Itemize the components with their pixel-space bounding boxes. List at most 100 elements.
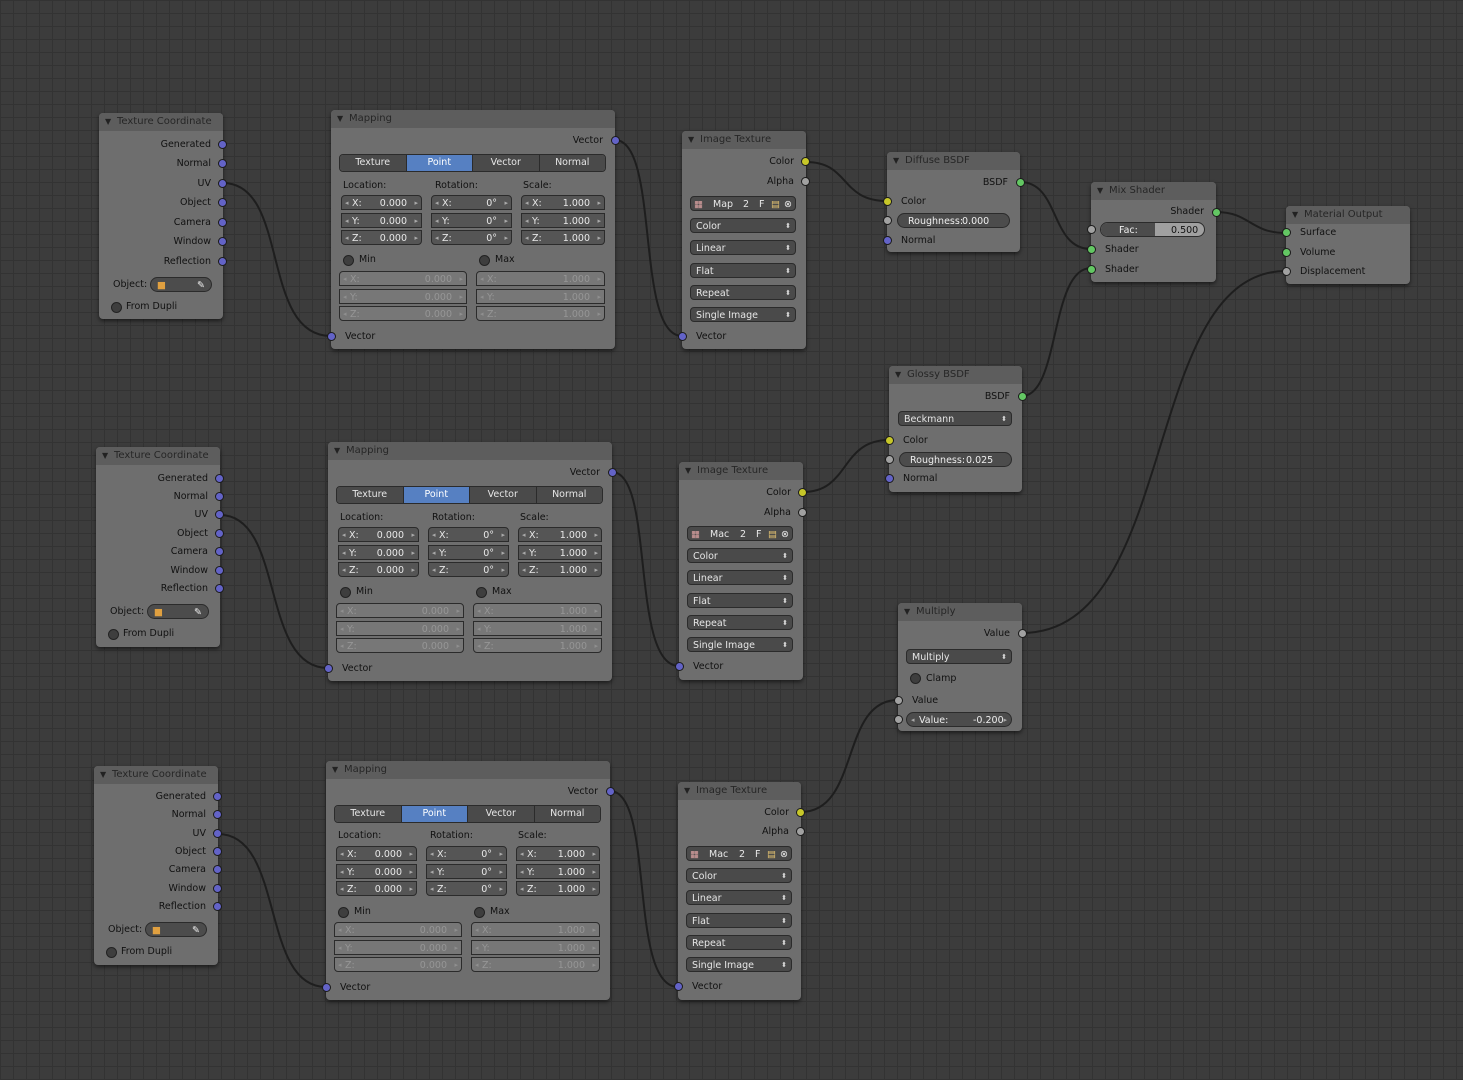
max-y-field[interactable]: ◂ Y: 1.000 ▸ — [476, 289, 605, 304]
socket-normal-in[interactable] — [885, 474, 894, 483]
fake-user-button[interactable]: F — [759, 197, 764, 212]
location-z-field[interactable]: ◂ Z: 0.000 ▸ — [338, 562, 419, 577]
socket-object[interactable] — [213, 847, 222, 856]
socket-generated[interactable] — [215, 474, 224, 483]
socket-vector-in[interactable] — [675, 662, 684, 671]
node-header[interactable]: ▼ Image Texture — [678, 782, 801, 800]
interpolation-dropdown[interactable]: Linear ⬍ — [690, 240, 796, 255]
rotation-x-field[interactable]: ◂ X: 0° ▸ — [431, 195, 512, 210]
image-texture-node-3[interactable]: ▼ Image Texture Color Alpha ▦ Mac 2 F ▤ ⊗… — [674, 782, 805, 1000]
max-y-field[interactable]: ◂ Y: 1.000 ▸ — [471, 940, 600, 955]
socket-bsdf-out[interactable] — [1016, 178, 1025, 187]
color-space-dropdown[interactable]: Color ⬍ — [690, 218, 796, 233]
socket-color-out[interactable] — [798, 488, 807, 497]
image-icon[interactable]: ▦ — [691, 527, 700, 542]
socket-window[interactable] — [215, 566, 224, 575]
image-users[interactable]: 2 — [740, 527, 746, 542]
image-users[interactable]: 2 — [739, 847, 745, 862]
open-folder-icon[interactable]: ▤ — [771, 197, 780, 212]
unlink-icon[interactable]: ⊗ — [780, 847, 788, 862]
location-x-field[interactable]: ◂ X: 0.000 ▸ — [341, 195, 422, 210]
socket-uv[interactable] — [218, 179, 227, 188]
object-field[interactable]: ■ ✎ — [150, 277, 212, 292]
image-selector[interactable]: ▦ Mac 2 F ▤ ⊗ — [686, 846, 792, 861]
source-dropdown[interactable]: Single Image ⬍ — [686, 957, 792, 972]
socket-uv[interactable] — [215, 510, 224, 519]
scale-x-field[interactable]: ◂ X: 1.000 ▸ — [521, 195, 605, 210]
socket-vector-in[interactable] — [674, 982, 683, 991]
socket-reflection[interactable] — [215, 584, 224, 593]
min-checkbox[interactable] — [338, 907, 349, 918]
scale-y-field[interactable]: ◂ Y: 1.000 ▸ — [518, 545, 602, 560]
max-x-field[interactable]: ◂ X: 1.000 ▸ — [476, 271, 605, 286]
max-x-field[interactable]: ◂ X: 1.000 ▸ — [473, 603, 602, 618]
collapse-triangle-icon[interactable]: ▼ — [684, 782, 690, 800]
socket-shader-out[interactable] — [1212, 208, 1221, 217]
location-z-field[interactable]: ◂ Z: 0.000 ▸ — [336, 881, 417, 896]
collapse-triangle-icon[interactable]: ▼ — [688, 131, 694, 149]
socket-alpha-out[interactable] — [801, 177, 810, 186]
node-header[interactable]: ▼ Texture Coordinate — [99, 113, 223, 131]
from-dupli-checkbox[interactable] — [111, 302, 122, 313]
socket-normal[interactable] — [215, 492, 224, 501]
scale-y-field[interactable]: ◂ Y: 1.000 ▸ — [521, 213, 605, 228]
tab-normal[interactable]: Normal — [536, 487, 602, 503]
scale-x-field[interactable]: ◂ X: 1.000 ▸ — [518, 527, 602, 542]
node-header[interactable]: ▼ Texture Coordinate — [96, 447, 220, 465]
rotation-y-field[interactable]: ◂ Y: 0° ▸ — [431, 213, 512, 228]
node-header[interactable]: ▼ Glossy BSDF — [889, 366, 1022, 384]
socket-shader-1-in[interactable] — [1087, 245, 1096, 254]
eyedropper-icon[interactable]: ✎ — [194, 605, 202, 620]
eyedropper-icon[interactable]: ✎ — [197, 278, 205, 293]
location-y-field[interactable]: ◂ Y: 0.000 ▸ — [341, 213, 422, 228]
socket-camera[interactable] — [218, 218, 227, 227]
extension-dropdown[interactable]: Repeat ⬍ — [686, 935, 792, 950]
socket-vector-out[interactable] — [611, 136, 620, 145]
clamp-checkbox[interactable] — [910, 673, 921, 684]
socket-alpha-out[interactable] — [796, 827, 805, 836]
scale-x-field[interactable]: ◂ X: 1.000 ▸ — [516, 846, 600, 861]
collapse-triangle-icon[interactable]: ▼ — [102, 447, 108, 465]
node-header[interactable]: ▼ Multiply — [898, 603, 1022, 621]
operation-dropdown[interactable]: Multiply ⬍ — [906, 649, 1012, 664]
socket-roughness-in[interactable] — [885, 455, 894, 464]
source-dropdown[interactable]: Single Image ⬍ — [687, 637, 793, 652]
collapse-triangle-icon[interactable]: ▼ — [334, 442, 340, 460]
socket-color-in[interactable] — [885, 436, 894, 445]
socket-fac-in[interactable] — [1087, 225, 1096, 234]
material-output-node[interactable]: ▼ Material Output Surface Volume Displace… — [1282, 206, 1410, 284]
socket-generated[interactable] — [218, 140, 227, 149]
location-y-field[interactable]: ◂ Y: 0.000 ▸ — [338, 545, 419, 560]
tab-point[interactable]: Point — [401, 806, 468, 822]
min-checkbox[interactable] — [343, 255, 354, 266]
color-space-dropdown[interactable]: Color ⬍ — [686, 868, 792, 883]
glossy-bsdf-node[interactable]: ▼ Glossy BSDF BSDF Beckmann ⬍ Color Roughn… — [885, 366, 1027, 492]
mapping-node-1[interactable]: ▼ Mapping Vector Texture Point Vector Nor… — [327, 110, 620, 349]
min-z-field[interactable]: ◂ Z: 0.000 ▸ — [336, 638, 464, 653]
min-x-field[interactable]: ◂ X: 0.000 ▸ — [334, 922, 462, 937]
image-icon[interactable]: ▦ — [690, 847, 699, 862]
mix-shader-node[interactable]: ▼ Mix Shader Shader Fac: 0.500 Shader Shad… — [1087, 182, 1221, 282]
location-x-field[interactable]: ◂ X: 0.000 ▸ — [336, 846, 417, 861]
tab-vector[interactable]: Vector — [468, 806, 535, 822]
image-users[interactable]: 2 — [743, 197, 749, 212]
socket-vector-in[interactable] — [322, 983, 331, 992]
socket-camera[interactable] — [213, 865, 222, 874]
tab-texture[interactable]: Texture — [340, 155, 407, 171]
from-dupli-checkbox[interactable] — [106, 947, 117, 958]
object-field[interactable]: ■ ✎ — [147, 604, 209, 619]
mapping-node-2[interactable]: ▼ Mapping Vector Texture Point Vector Nor… — [324, 442, 617, 681]
socket-window[interactable] — [213, 884, 222, 893]
image-icon[interactable]: ▦ — [694, 197, 703, 212]
socket-bsdf-out[interactable] — [1018, 392, 1027, 401]
collapse-triangle-icon[interactable]: ▼ — [337, 110, 343, 128]
min-y-field[interactable]: ◂ Y: 0.000 ▸ — [339, 289, 467, 304]
collapse-triangle-icon[interactable]: ▼ — [895, 366, 901, 384]
socket-reflection[interactable] — [213, 902, 222, 911]
fake-user-button[interactable]: F — [756, 527, 761, 542]
tab-texture[interactable]: Texture — [337, 487, 404, 503]
min-y-field[interactable]: ◂ Y: 0.000 ▸ — [336, 621, 464, 636]
rotation-y-field[interactable]: ◂ Y: 0° ▸ — [428, 545, 509, 560]
socket-roughness-in[interactable] — [883, 216, 892, 225]
image-selector[interactable]: ▦ Mac 2 F ▤ ⊗ — [687, 526, 793, 541]
